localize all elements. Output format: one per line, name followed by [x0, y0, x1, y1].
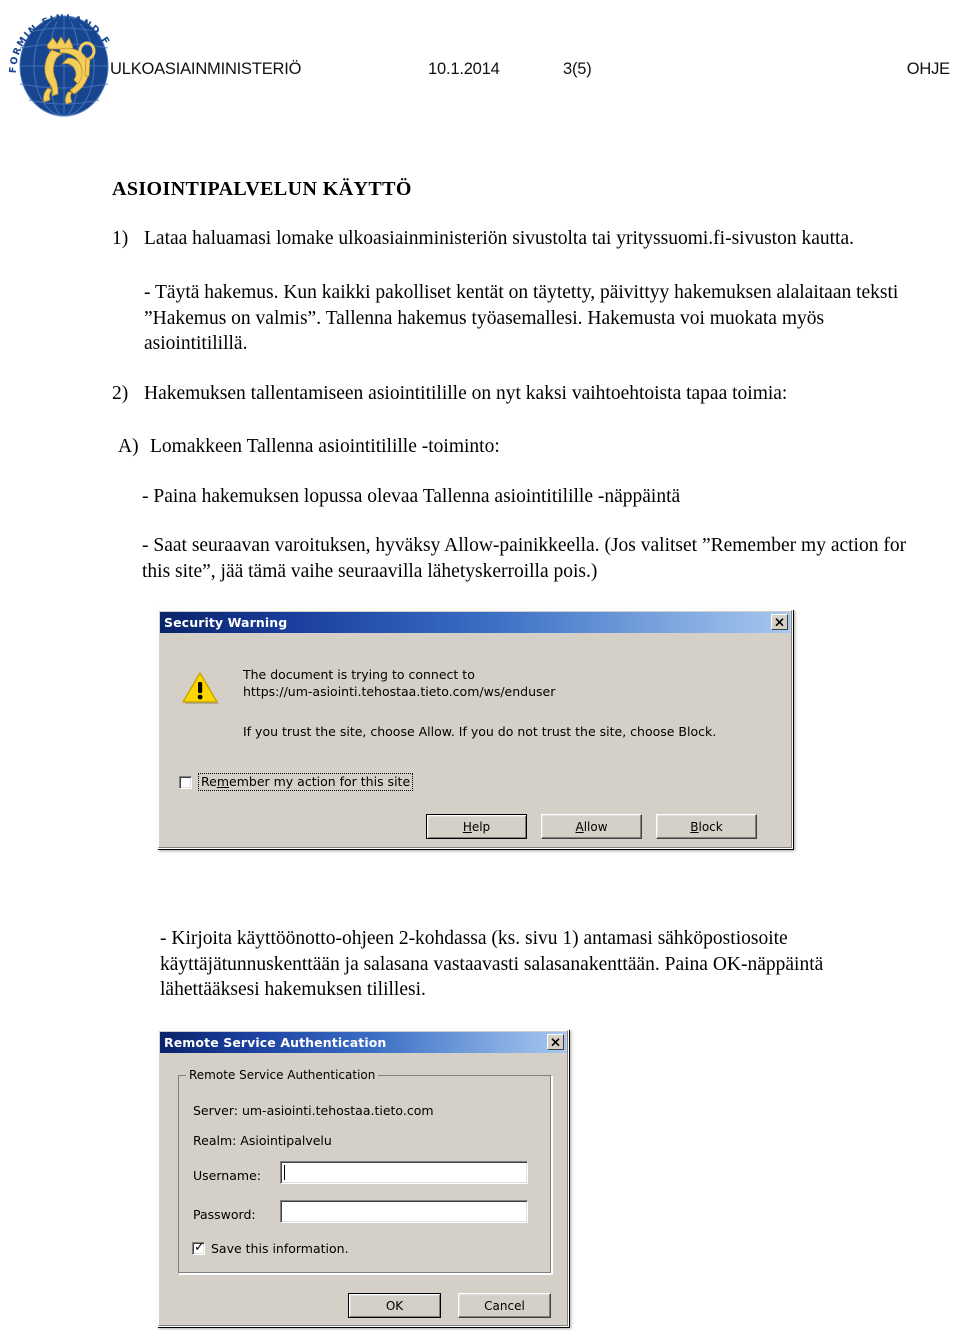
block-button[interactable]: Block — [656, 814, 757, 839]
close-glyph — [551, 1037, 560, 1046]
security-message-url: https://um-asiointi.tehostaa.tieto.com/w… — [243, 684, 556, 699]
ok-button-label: OK — [385, 1298, 404, 1313]
list-item-1-number: 1) — [112, 228, 129, 249]
auth-dialog-title: Remote Service Authentication — [164, 1035, 387, 1050]
remember-action-checkbox-row[interactable]: Remember my action for this site — [179, 773, 414, 791]
allow-button-accelerator: A — [575, 819, 584, 834]
list-item-a-number: A) — [118, 436, 139, 457]
security-dialog-title: Security Warning — [164, 615, 288, 630]
header-page-number: 3(5) — [563, 60, 592, 78]
list-item-a-bullet-1: - Paina hakemuksen lopussa olevaa Tallen… — [142, 486, 681, 507]
block-button-accelerator: B — [690, 819, 699, 834]
username-input[interactable] — [280, 1161, 528, 1184]
page-title: ASIOINTIPALVELUN KÄYTTÖ — [112, 178, 412, 200]
security-dialog-button-row: Help Allow Block — [426, 814, 757, 839]
help-button-label: elp — [471, 819, 491, 834]
remember-action-checkbox[interactable] — [179, 775, 192, 789]
security-dialog-body: The document is trying to connect to htt… — [160, 633, 790, 846]
cancel-button-label: Cancel — [484, 1298, 525, 1313]
remember-label-accelerator: m — [216, 774, 230, 789]
auth-dialog-titlebar[interactable]: Remote Service Authentication — [160, 1032, 566, 1053]
security-dialog-titlebar[interactable]: Security Warning — [160, 612, 790, 633]
save-information-label: Save this information. — [211, 1241, 349, 1256]
allow-button[interactable]: Allow — [541, 814, 642, 839]
password-input[interactable] — [280, 1200, 528, 1223]
list-item-1-sub-text: - Täytä hakemus. Kun kaikki pakolliset k… — [144, 282, 899, 354]
formin-finland-logo: FORMIN.FINLAND.FI — [2, 4, 120, 122]
header-doc-type: OHJE — [906, 60, 950, 78]
header-info-row: ULKOASIAINMINISTERIÖ 10.1.2014 3(5) OHJE — [110, 60, 950, 86]
ok-button[interactable]: OK — [348, 1293, 441, 1318]
list-item-a-bullet-2: - Saat seuraavan varoituksen, hyväksy Al… — [142, 535, 907, 582]
username-label: Username: — [193, 1168, 261, 1183]
auth-dialog-button-row: OK Cancel — [348, 1293, 551, 1318]
header-organization: ULKOASIAINMINISTERIÖ — [110, 60, 302, 78]
checkmark-icon: ✓ — [194, 1240, 205, 1255]
security-message-line-1: The document is trying to connect to — [243, 667, 475, 682]
realm-info-text: Realm: Asiointipalvelu — [193, 1133, 332, 1148]
allow-button-label: llow — [583, 819, 608, 834]
security-message-line-3: If you trust the site, choose Allow. If … — [243, 724, 717, 739]
list-item-1: 1) Lataa haluamasi lomake ulkoasiainmini… — [112, 226, 902, 252]
remember-action-label: Remember my action for this site — [198, 773, 414, 791]
list-item-a-text: Lomakkeen Tallenna asiointitilille -toim… — [150, 436, 500, 457]
auth-dialog-body: Remote Service Authentication Server: um… — [160, 1053, 566, 1324]
block-button-label: lock — [698, 819, 723, 834]
close-icon[interactable] — [547, 1034, 564, 1050]
close-glyph — [775, 617, 784, 626]
list-item-2: 2) Hakemuksen tallentamiseen asiointitil… — [112, 381, 902, 407]
bottom-instruction-text: - Kirjoita käyttöönotto-ohjeen 2-kohdass… — [160, 928, 824, 1000]
close-icon[interactable] — [771, 614, 788, 630]
list-item-2-number: 2) — [112, 383, 129, 404]
header-date: 10.1.2014 — [428, 60, 500, 78]
server-info-text: Server: um-asiointi.tehostaa.tieto.com — [193, 1103, 434, 1118]
page-header: FORMIN.FINLAND.FI ULKOASIAINMINISTERIÖ 1… — [0, 0, 960, 125]
password-label: Password: — [193, 1207, 256, 1222]
remember-label-pre: Re — [201, 774, 217, 789]
warning-triangle-icon — [182, 671, 220, 705]
save-information-checkbox-row[interactable]: ✓ Save this information. — [192, 1241, 349, 1256]
remote-service-authentication-dialog: Remote Service Authentication Remote Ser… — [157, 1029, 569, 1327]
help-button[interactable]: Help — [426, 814, 527, 839]
auth-groupbox-label: Remote Service Authentication — [186, 1068, 379, 1082]
save-information-checkbox[interactable]: ✓ — [192, 1240, 205, 1255]
security-warning-dialog: Security Warning The document is trying … — [157, 609, 793, 849]
cancel-button[interactable]: Cancel — [458, 1293, 551, 1318]
text-caret — [284, 1165, 285, 1180]
help-button-accelerator: H — [462, 819, 472, 834]
list-item-2-text: Hakemuksen tallentamiseen asiointitilill… — [144, 383, 788, 404]
list-item-1-text: Lataa haluamasi lomake ulkoasiainministe… — [144, 228, 854, 249]
remember-label-post: ember my action for this site — [229, 774, 411, 789]
list-item-a: A) Lomakkeen Tallenna asiointitilille -t… — [118, 434, 908, 460]
